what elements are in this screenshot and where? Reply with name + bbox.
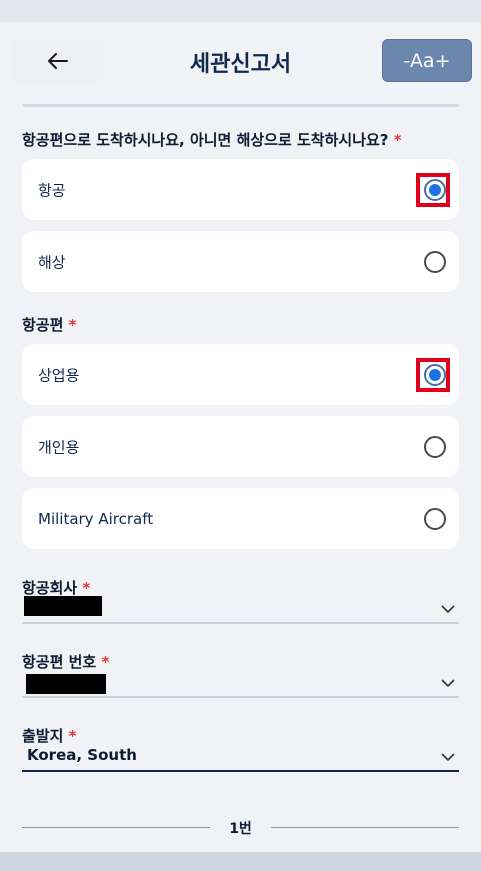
flight-number-select[interactable]: [22, 670, 459, 698]
option-private-label: 개인용: [38, 438, 80, 456]
origin-label-text: 출발지: [22, 727, 64, 745]
required-mark: *: [68, 316, 77, 334]
option-private[interactable]: 개인용: [22, 416, 459, 477]
highlight-box: [416, 172, 450, 207]
flight-number-label: 항공편 번호 *: [22, 651, 109, 672]
required-mark: *: [82, 579, 91, 597]
flight-number-label-text: 항공편 번호: [22, 653, 97, 671]
airline-label-text: 항공회사: [22, 579, 78, 597]
required-mark: *: [393, 131, 402, 149]
flight-type-question-text: 항공편: [22, 316, 64, 334]
redacted-value: [24, 596, 102, 616]
airline-label: 항공회사 *: [22, 577, 90, 598]
origin-label: 출발지 *: [22, 725, 77, 746]
option-air[interactable]: 항공: [22, 159, 459, 220]
origin-value: Korea, South: [27, 746, 137, 764]
flight-type-question: 항공편 *: [22, 314, 77, 335]
status-bar: [0, 0, 481, 22]
option-private-radio[interactable]: [424, 435, 446, 458]
page-separator: 1번: [22, 818, 459, 838]
option-sea[interactable]: 해상: [22, 231, 459, 292]
option-commercial-label: 상업용: [38, 366, 80, 384]
arrival-question-text: 항공편으로 도착하시나요, 아니면 해상으로 도착하시나요?: [22, 131, 389, 149]
header: 세관신고서 -Aa+: [0, 22, 481, 102]
option-air-label: 항공: [38, 181, 66, 199]
option-commercial[interactable]: 상업용: [22, 344, 459, 405]
chevron-down-icon: [441, 679, 455, 688]
page-number: 1번: [229, 821, 252, 837]
separator-line: [271, 827, 459, 828]
option-sea-radio[interactable]: [424, 250, 446, 273]
arrival-question: 항공편으로 도착하시나요, 아니면 해상으로 도착하시나요? *: [22, 129, 402, 150]
required-mark: *: [101, 653, 110, 671]
airline-select[interactable]: [22, 596, 459, 624]
option-sea-label: 해상: [38, 253, 66, 271]
highlight-box: [416, 357, 450, 392]
font-size-button[interactable]: -Aa+: [382, 39, 472, 82]
option-military[interactable]: Military Aircraft: [22, 488, 459, 549]
option-military-label: Military Aircraft: [38, 509, 154, 528]
redacted-value: [26, 674, 106, 694]
bottom-bar: [0, 852, 481, 871]
chevron-down-icon: [441, 605, 455, 614]
option-military-radio[interactable]: [424, 507, 446, 530]
required-mark: *: [68, 727, 77, 745]
origin-select[interactable]: Korea, South: [22, 744, 459, 772]
header-divider: [22, 104, 459, 107]
chevron-down-icon: [441, 753, 455, 762]
